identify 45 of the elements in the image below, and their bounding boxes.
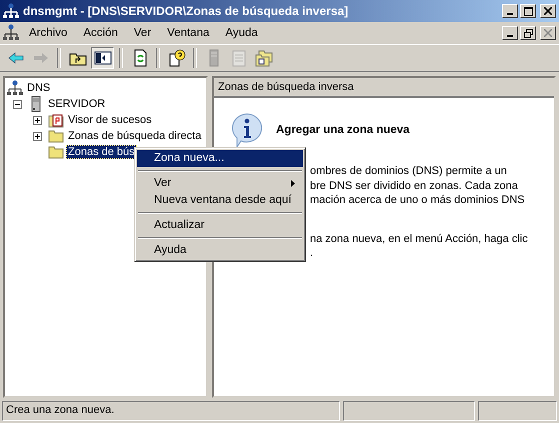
- folder-icon: [48, 144, 64, 160]
- description-text: .: [310, 246, 314, 260]
- minimize-button[interactable]: [502, 26, 518, 40]
- menu-item[interactable]: Nueva ventana desde aquí: [137, 192, 303, 209]
- description-text: ombres de dominios (DNS) permite a un: [310, 164, 508, 178]
- description-text: bre DNS ser dividido en zonas. Cada zona: [310, 178, 519, 193]
- close-button[interactable]: [540, 4, 556, 18]
- event-log-icon: [48, 112, 64, 128]
- network-icon: [3, 3, 19, 19]
- pane-heading: Agregar una zona nueva: [276, 124, 410, 136]
- collapse-icon[interactable]: [13, 100, 22, 108]
- folder-icon: [48, 128, 64, 144]
- window-title: dnsmgmt - [DNS\SERVIDOR\Zonas de búsqueda inversa]: [23, 4, 348, 18]
- menu-item[interactable]: Ver: [134, 27, 152, 39]
- tree-item[interactable]: DNS: [25, 81, 52, 95]
- status-text: Crea una zona nueva.: [2, 401, 340, 421]
- network-icon[interactable]: [3, 24, 19, 42]
- tree-pane-icon[interactable]: [91, 47, 114, 69]
- close-button[interactable]: [540, 26, 556, 40]
- tree-item[interactable]: SERVIDOR: [46, 97, 108, 111]
- menu-item[interactable]: Ventana: [167, 27, 210, 39]
- maximize-icon: [524, 6, 532, 16]
- restore-icon: [524, 28, 532, 38]
- close-icon: [544, 7, 552, 15]
- description-text: mación acerca de uno o más dominios DNS: [310, 193, 526, 208]
- description-text: na zona nueva, en el menú Acción, haga clic: [310, 232, 529, 246]
- menu-item[interactable]: Actualizar: [137, 217, 303, 234]
- network-icon: [7, 80, 23, 96]
- tree-item[interactable]: Visor de sucesos: [66, 113, 154, 127]
- menu-item[interactable]: Ayuda: [137, 242, 303, 259]
- menu-item[interactable]: Archivo: [29, 27, 68, 39]
- tree-item[interactable]: Zonas de bús: [66, 145, 137, 159]
- menu-item[interactable]: Zona nueva...: [137, 150, 303, 167]
- expand-icon[interactable]: [33, 116, 42, 124]
- info-icon: [230, 112, 264, 148]
- minimize-button[interactable]: [502, 4, 518, 18]
- maximize-button[interactable]: [520, 4, 536, 18]
- menu-item[interactable]: Ayuda: [225, 27, 258, 39]
- menu-item[interactable]: Ver: [137, 175, 303, 192]
- pane-header: Zonas de búsqueda inversa: [214, 78, 554, 98]
- menu-item[interactable]: Acción: [83, 27, 118, 39]
- restore-button[interactable]: [520, 26, 536, 40]
- expand-icon[interactable]: [33, 132, 42, 140]
- close-icon: [544, 29, 552, 37]
- tree-item[interactable]: Zonas de búsqueda directa: [66, 129, 204, 143]
